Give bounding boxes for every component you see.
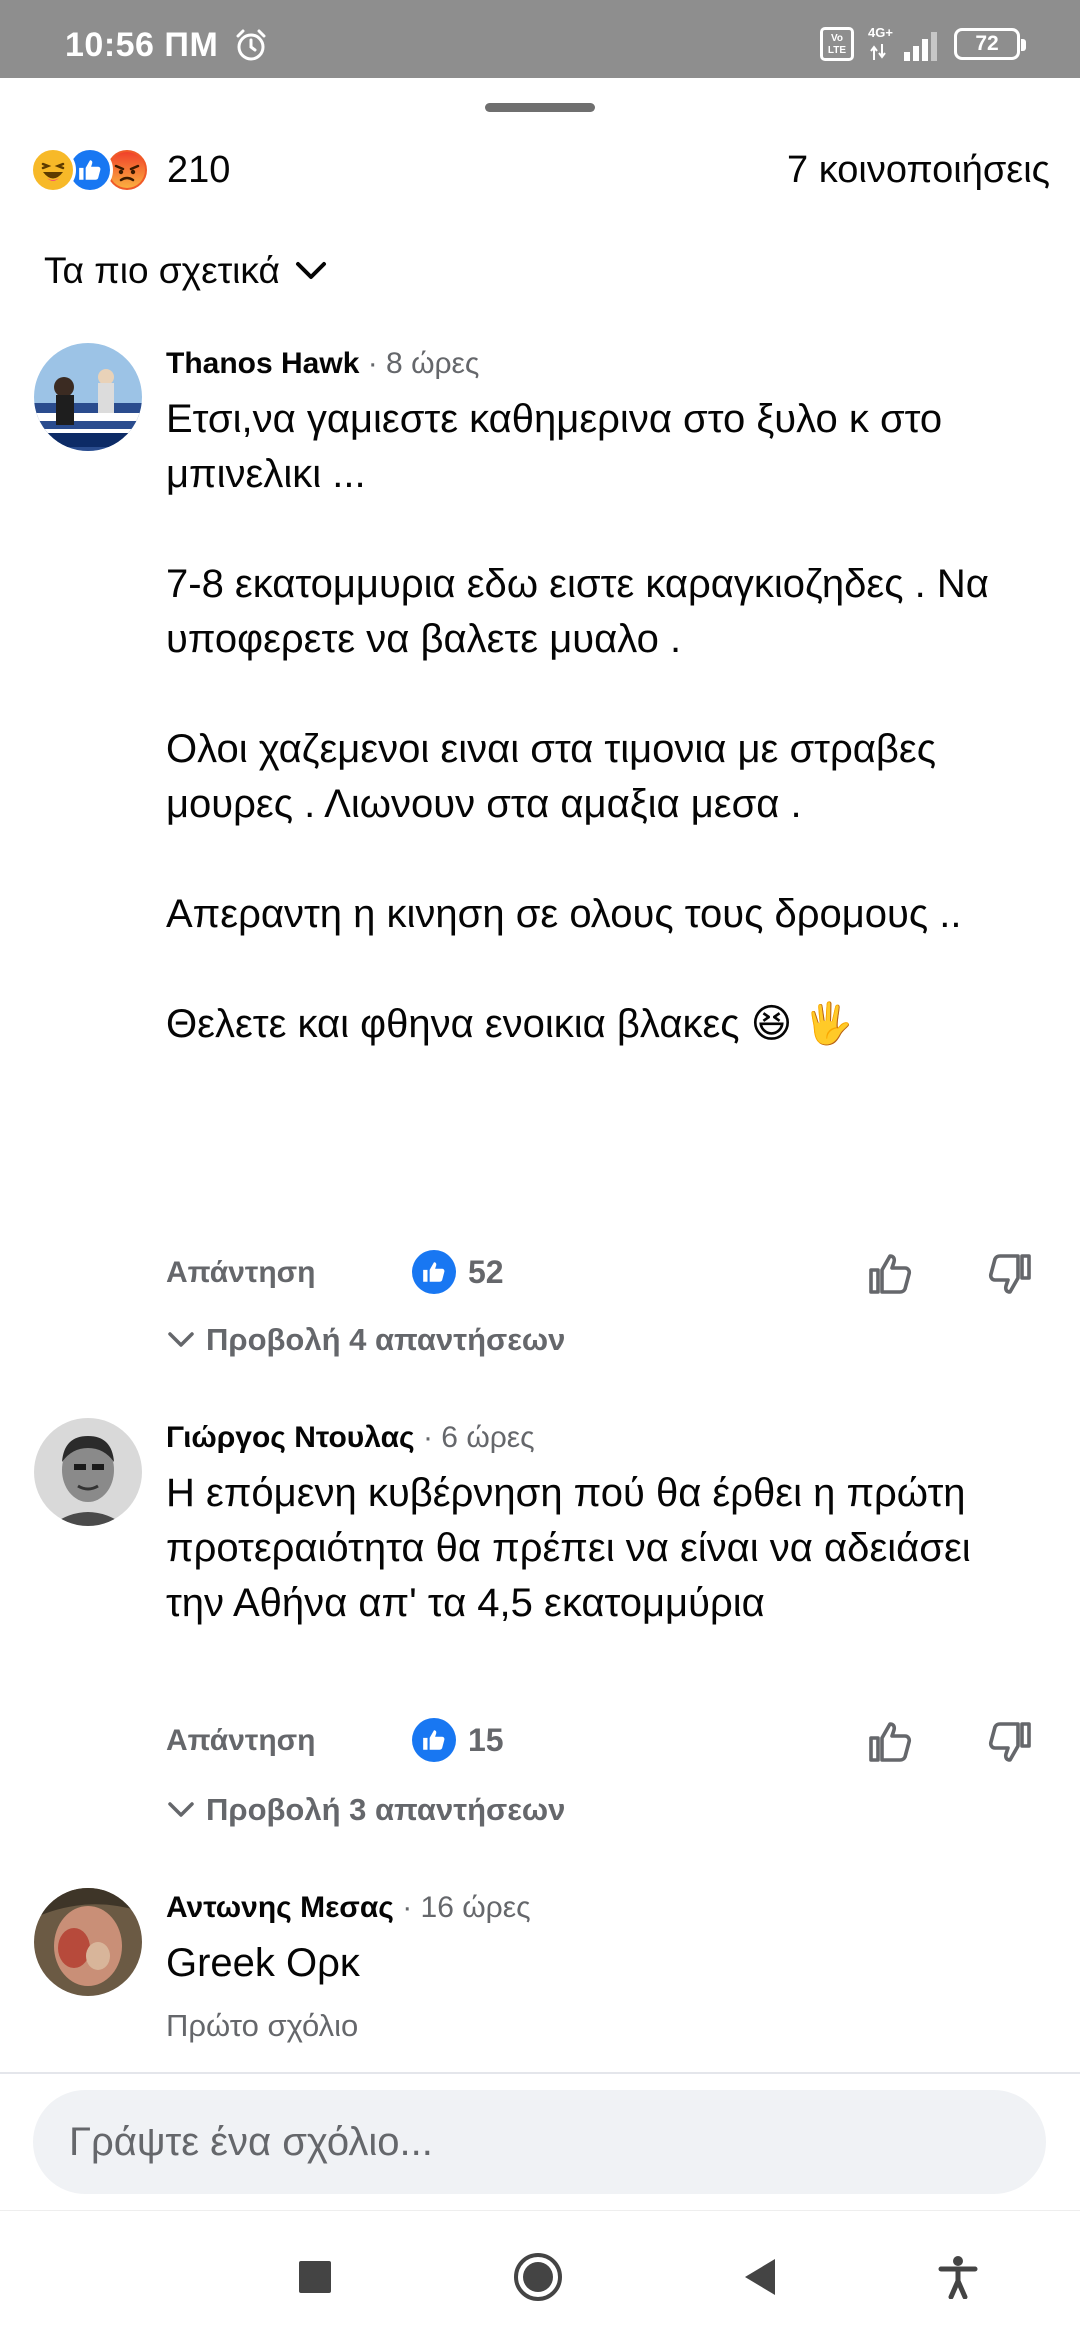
recents-button[interactable] [285,2247,345,2307]
accessibility-button[interactable] [928,2247,988,2307]
avatar[interactable] [34,1888,142,1996]
view-replies-button[interactable]: Προβολή 3 απαντήσεων [166,1792,565,1828]
comment-body: Thanos Hawk · 8 ώρες Ετσι,να γαμιεστε κα… [166,344,1036,1052]
comment-actions: Απάντηση 52 [166,1250,1046,1300]
back-button[interactable] [730,2247,790,2307]
chevron-down-icon [168,1332,194,1347]
reply-button[interactable]: Απάντηση [166,1256,316,1290]
chevron-down-icon [168,1802,194,1817]
comment-paragraph: Θελετε και φθηνα ενοικια βλακες 😆 🖐️ [166,1002,854,1046]
accessibility-icon [938,2256,978,2299]
like-icon [412,1250,456,1294]
comment-time: · 6 ώρες [422,1421,535,1454]
status-bar: 10:56 ΠΜ Vo LTE 4G+ 72 [0,0,1080,78]
like-count-value: 52 [468,1253,504,1290]
avatar[interactable] [34,1418,142,1526]
comment-paragraph [166,942,1036,997]
home-button[interactable] [508,2247,568,2307]
system-nav-bar [0,2210,1080,2340]
alarm-icon [236,29,266,61]
shares-count[interactable]: 7 κοινοποιήσεις [787,149,1050,192]
comment-author[interactable]: Γιώργος Ντουλας [166,1421,415,1454]
like-count[interactable]: 52 [412,1250,504,1294]
comment-text: Η επόμενη κυβέρνηση πού θα έρθει η πρώτη… [166,1466,1036,1631]
comment-paragraph [166,502,1036,557]
reply-button[interactable]: Απάντηση [166,1724,316,1758]
comment-header: Αντωνης Μεσας · 16 ώρες [166,1888,1036,1928]
status-time: 10:56 ΠΜ [65,26,219,64]
like-count[interactable]: 15 [412,1718,504,1762]
reactions-summary[interactable]: 210 7 κοινοποιήσεις [30,138,1050,202]
first-comment-badge: Πρώτο σχόλιο [166,2008,359,2043]
reaction-count: 210 [167,148,231,191]
view-replies-label: Προβολή 3 απαντήσεων [206,1792,566,1827]
thumbs-up-icon[interactable] [866,1718,914,1766]
sort-label: Τα πιο σχετικά [44,250,280,291]
sheet-drag-handle[interactable] [485,103,595,112]
comment-header: Γιώργος Ντουλας · 6 ώρες [166,1418,1036,1458]
haha-reaction-icon [30,147,76,193]
sort-dropdown[interactable]: Τα πιο σχετικά [44,250,328,292]
comment-paragraph: 7-8 εκατομμυρια εδω ειστε καραγκιοζηδες … [166,562,989,661]
comment-time: · 16 ώρες [402,1891,531,1924]
comment-author[interactable]: Thanos Hawk [166,347,359,380]
volte-icon: Vo LTE [820,27,854,61]
comment-author[interactable]: Αντωνης Μεσας [166,1891,394,1924]
battery-icon: 72 [954,28,1026,60]
reaction-icons [30,147,150,193]
comment-header: Thanos Hawk · 8 ώρες [166,344,1036,384]
thumbs-up-icon[interactable] [866,1250,914,1298]
square-icon [299,2261,331,2293]
view-replies-button[interactable]: Προβολή 4 απαντήσεων [166,1322,565,1358]
comment-paragraph [166,832,1036,887]
comment-time: · 8 ώρες [367,347,480,380]
comment-paragraph: Η επόμενη κυβέρνηση πού θα έρθει η πρώτη… [166,1471,971,1625]
chevron-down-icon [295,262,326,279]
comment-paragraph: Ολοι χαζεμενοι ειναι στα τιμονια με στρα… [166,727,936,826]
back-triangle-icon [745,2259,775,2295]
home-circle-icon [514,2253,562,2301]
comment-paragraph: Greek Ορκ [166,1941,360,1985]
comment-composer [0,2072,1080,2210]
avatar[interactable] [34,343,142,451]
thumbs-down-icon[interactable] [986,1250,1034,1298]
signal-icon: 4G+ [868,26,940,62]
comment-input[interactable] [33,2090,1046,2194]
thumbs-down-icon[interactable] [986,1718,1034,1766]
comment-paragraph: Απεραντη η κινηση σε ολους τους δρομους … [166,892,962,936]
comment-paragraph: Ετσι,να γαμιεστε καθημερινα στο ξυλο κ σ… [166,397,943,496]
like-count-value: 15 [468,1721,504,1758]
comment-paragraph [166,667,1036,722]
comment-body: Αντωνης Μεσας · 16 ώρες Greek Ορκ [166,1888,1036,1991]
comment-actions: Απάντηση 15 [166,1718,1046,1768]
comment-text: Greek Ορκ [166,1936,1036,1991]
comment-body: Γιώργος Ντουλας · 6 ώρες Η επόμενη κυβέρ… [166,1418,1036,1631]
comment-text: Ετσι,να γαμιεστε καθημερινα στο ξυλο κ σ… [166,392,1036,1052]
view-replies-label: Προβολή 4 απαντήσεων [206,1322,566,1357]
like-icon [412,1718,456,1762]
